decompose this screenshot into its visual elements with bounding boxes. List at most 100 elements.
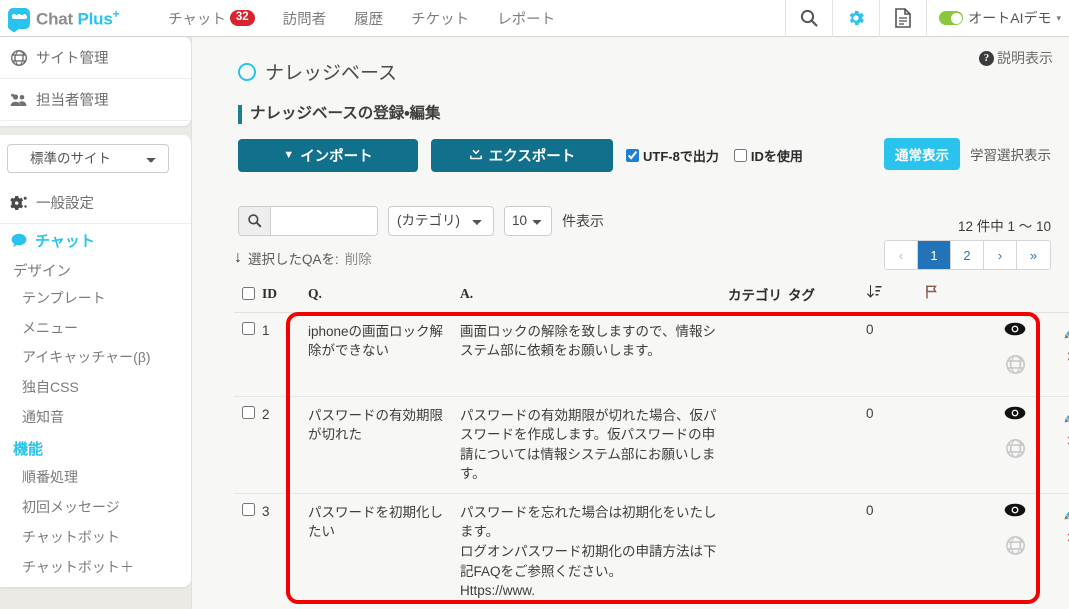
record-count-info: 12 件中 1 ～ 10: [958, 215, 1051, 235]
row-question: パスワードを初期化したい: [308, 503, 460, 601]
globe-icon[interactable]: [1006, 536, 1025, 558]
pagination-page-2[interactable]: 2: [951, 241, 984, 269]
row-count: 0: [866, 322, 924, 387]
download-icon: [469, 146, 483, 164]
globe-icon[interactable]: [1006, 439, 1025, 461]
sidebar-label-general-settings: 一般設定: [36, 192, 94, 213]
pagination-last[interactable]: »: [1017, 241, 1050, 269]
utf8-checkbox-wrapper[interactable]: UTF-8で出力: [626, 146, 719, 165]
sidebar-item-first-message[interactable]: 初回メッセージ: [0, 493, 191, 523]
import-button-label: インポート: [300, 145, 373, 166]
row-checkbox[interactable]: [242, 322, 255, 335]
sidebar-label-chat: チャット: [35, 230, 95, 251]
site-select[interactable]: 標準のサイト: [7, 144, 169, 173]
utf8-checkbox-label: UTF-8で出力: [643, 146, 719, 165]
top-bar-right-group: オートAIデモ ▾: [785, 0, 1069, 37]
gears-icon: [9, 195, 28, 211]
row-checkbox[interactable]: [242, 406, 255, 419]
export-button-label: エクスポート: [489, 145, 576, 166]
use-id-checkbox-label: IDを使用: [751, 146, 803, 165]
chevron-down-icon: ▼: [283, 149, 294, 161]
pencil-icon[interactable]: [1064, 503, 1069, 523]
sidebar-admin-card: サイト管理 担当者管理: [0, 37, 191, 126]
sidebar-item-template[interactable]: テンプレート: [0, 284, 191, 314]
globe-icon[interactable]: [1006, 355, 1025, 377]
nav-item-visitors[interactable]: 訪問者: [269, 0, 341, 36]
gear-icon[interactable]: [832, 0, 879, 37]
search-icon[interactable]: [785, 0, 832, 37]
nav-item-ticket[interactable]: チケット: [397, 0, 483, 36]
select-all-cell: [234, 287, 262, 300]
tab-learning-select-view[interactable]: 学習選択表示: [970, 144, 1051, 164]
sidebar-item-staff-management[interactable]: 担当者管理: [0, 79, 191, 121]
sidebar-item-site-management[interactable]: サイト管理: [0, 37, 191, 79]
row-edit-actions: ×: [1046, 322, 1069, 387]
logo-superscript: +: [113, 7, 120, 21]
row-action-cell: ×: [984, 322, 1069, 387]
sidebar-section-chat[interactable]: チャット: [0, 224, 191, 255]
search-input[interactable]: [271, 207, 377, 235]
auto-ai-toggle[interactable]: [939, 11, 963, 25]
per-page-select[interactable]: 10: [504, 206, 552, 236]
eye-icon[interactable]: [1004, 503, 1026, 520]
bulk-action-label: 選択したQAを:: [248, 248, 339, 268]
sidebar-label-site-management: サイト管理: [36, 47, 109, 68]
account-menu[interactable]: オートAIデモ ▾: [926, 0, 1069, 37]
search-submit-icon[interactable]: [239, 207, 271, 235]
app-logo[interactable]: Chat Plus+: [0, 7, 150, 30]
sidebar-section-features[interactable]: 機能: [0, 432, 191, 463]
import-button[interactable]: ▼ インポート: [238, 139, 418, 172]
pagination-page-1[interactable]: 1: [918, 241, 951, 269]
logo-text: Chat Plus+: [36, 7, 119, 30]
row-tag: [788, 322, 866, 387]
row-id: 3: [262, 503, 308, 601]
category-select[interactable]: (カテゴリ): [388, 206, 494, 236]
app-root: Chat Plus+ チャット 32 訪問者 履歴 チケット レポート: [0, 0, 1069, 609]
table-row[interactable]: 1 iphoneの画面ロック解除ができない 画面ロックの解除を致しますので、情報…: [234, 313, 1069, 397]
pencil-icon[interactable]: [1064, 406, 1069, 426]
sidebar-item-chatbot[interactable]: チャットボット: [0, 523, 191, 553]
pencil-icon[interactable]: [1064, 322, 1069, 342]
use-id-checkbox-wrapper[interactable]: IDを使用: [734, 146, 803, 165]
row-question: パスワードの有効期限が切れた: [308, 406, 460, 484]
eye-icon[interactable]: [1004, 406, 1026, 423]
row-select-cell: [234, 406, 262, 484]
utf8-checkbox[interactable]: [626, 149, 639, 162]
table-row[interactable]: 3 パスワードを初期化したい パスワードを忘れた場合は初期化をいたします。 ログ…: [234, 494, 1069, 609]
eye-icon[interactable]: [1004, 322, 1026, 339]
sidebar-item-menu[interactable]: メニュー: [0, 314, 191, 344]
row-action-cell: ×: [984, 503, 1069, 601]
help-display-link[interactable]: ? 説明表示: [979, 48, 1053, 68]
sidebar-item-queue-processing[interactable]: 順番処理: [0, 463, 191, 493]
flag-icon[interactable]: [924, 284, 984, 304]
sidebar-item-custom-css[interactable]: 独自CSS: [0, 373, 191, 403]
sidebar-section-design[interactable]: デザイン: [0, 255, 191, 284]
export-button[interactable]: エクスポート: [431, 139, 613, 172]
top-navigation-bar: Chat Plus+ チャット 32 訪問者 履歴 チケット レポート: [0, 0, 1069, 37]
nav-item-report[interactable]: レポート: [483, 0, 569, 36]
sidebar-item-general-settings[interactable]: 一般設定: [0, 182, 191, 224]
document-icon[interactable]: [879, 0, 926, 37]
sidebar-item-chatbot-plus[interactable]: チャットボット＋: [0, 553, 191, 583]
pagination-prev[interactable]: ‹: [885, 241, 918, 269]
sidebar-item-eyecatcher[interactable]: アイキャッチャー(β): [0, 343, 191, 373]
main-nav: チャット 32 訪問者 履歴 チケット レポート: [154, 0, 569, 36]
nav-item-history[interactable]: 履歴: [340, 0, 397, 36]
nav-label-visitors: 訪問者: [283, 8, 327, 29]
pagination-next[interactable]: ›: [984, 241, 1017, 269]
nav-item-chat[interactable]: チャット 32: [154, 0, 269, 36]
row-select-cell: [234, 322, 262, 387]
select-all-checkbox[interactable]: [242, 287, 255, 300]
sidebar: サイト管理 担当者管理 標準のサイト 一般設定: [0, 37, 191, 609]
logo-plus-text: Plus: [78, 9, 113, 28]
sort-icon[interactable]: [866, 284, 924, 303]
sidebar-item-notification-sound[interactable]: 通知音: [0, 403, 191, 433]
row-flag: [924, 503, 984, 601]
row-checkbox[interactable]: [242, 503, 255, 516]
bulk-delete-action[interactable]: 削除: [345, 248, 372, 268]
tab-normal-view[interactable]: 通常表示: [884, 138, 960, 170]
chat-plus-logo-icon: [8, 8, 30, 29]
filter-row: (カテゴリ) 10 件表示: [238, 206, 1069, 236]
table-row[interactable]: 2 パスワードの有効期限が切れた パスワードの有効期限が切れた場合、仮パスワード…: [234, 397, 1069, 494]
use-id-checkbox[interactable]: [734, 149, 747, 162]
